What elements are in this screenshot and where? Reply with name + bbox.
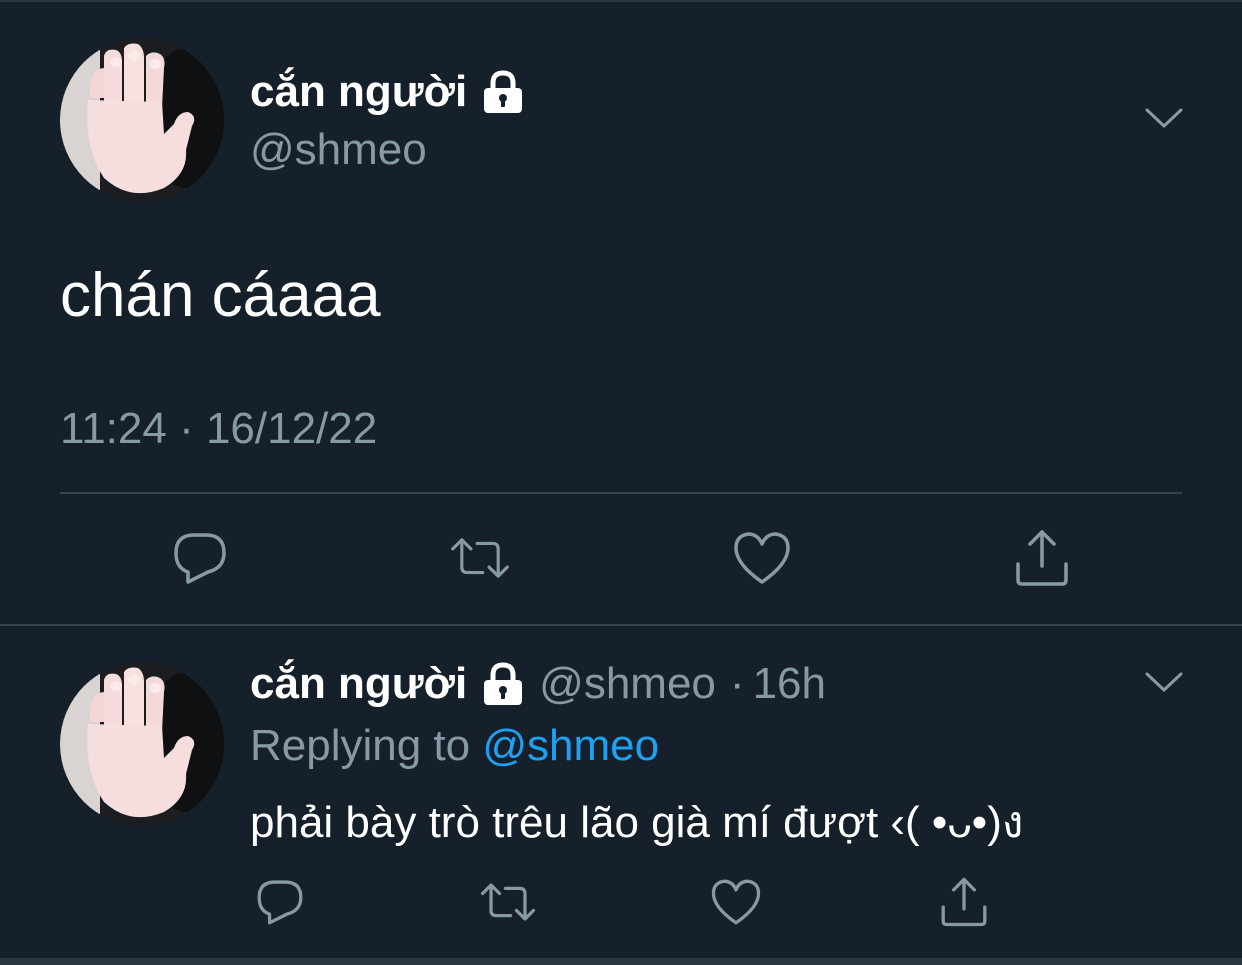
reply-handle[interactable]: @shmeo xyxy=(539,656,716,712)
like-button[interactable] xyxy=(732,528,792,588)
replying-prefix: Replying to xyxy=(250,721,483,770)
tweet-text: chán cáaaa xyxy=(60,261,381,330)
reply-button[interactable] xyxy=(252,874,308,930)
lock-icon xyxy=(481,69,525,115)
display-name[interactable]: cắn người xyxy=(250,64,525,120)
divider xyxy=(60,492,1182,494)
separator-dot: · xyxy=(729,659,745,708)
retweet-button[interactable] xyxy=(450,528,510,588)
reply-text: phải bày trò trêu lão già mí đượt ‹( •ᴗ•… xyxy=(250,798,1024,847)
share-button[interactable] xyxy=(1012,528,1072,588)
replying-mention-link[interactable]: @shmeo xyxy=(482,721,659,770)
chevron-down-icon[interactable] xyxy=(1144,106,1184,130)
retweet-icon xyxy=(480,883,536,921)
chevron-down-icon[interactable] xyxy=(1144,670,1184,694)
reply-icon xyxy=(174,533,226,584)
like-icon xyxy=(734,532,790,584)
bottom-border xyxy=(0,958,1242,965)
reply-header: cắn người @shmeo · 16h xyxy=(250,656,826,712)
reply-display-name[interactable]: cắn người xyxy=(250,656,467,712)
tweet-timestamp[interactable]: 11:24 · 16/12/22 xyxy=(60,402,377,456)
reply-age[interactable]: 16h xyxy=(753,656,826,712)
reply-icon xyxy=(257,880,303,925)
handle[interactable]: @shmeo xyxy=(250,124,427,176)
share-icon xyxy=(941,877,987,927)
lock-icon xyxy=(481,661,525,707)
reply-button[interactable] xyxy=(170,528,230,588)
share-icon xyxy=(1016,530,1068,586)
reply-avatar[interactable] xyxy=(60,662,224,826)
tweet-divider xyxy=(0,624,1242,626)
share-button[interactable] xyxy=(936,874,992,930)
retweet-button[interactable] xyxy=(480,874,536,930)
like-button[interactable] xyxy=(708,874,764,930)
avatar[interactable] xyxy=(60,38,224,202)
top-border xyxy=(0,0,1242,2)
replying-to: Replying to @shmeo xyxy=(250,718,659,774)
retweet-icon xyxy=(451,538,509,578)
display-name-text[interactable]: cắn người xyxy=(250,64,467,120)
like-icon xyxy=(711,879,761,925)
